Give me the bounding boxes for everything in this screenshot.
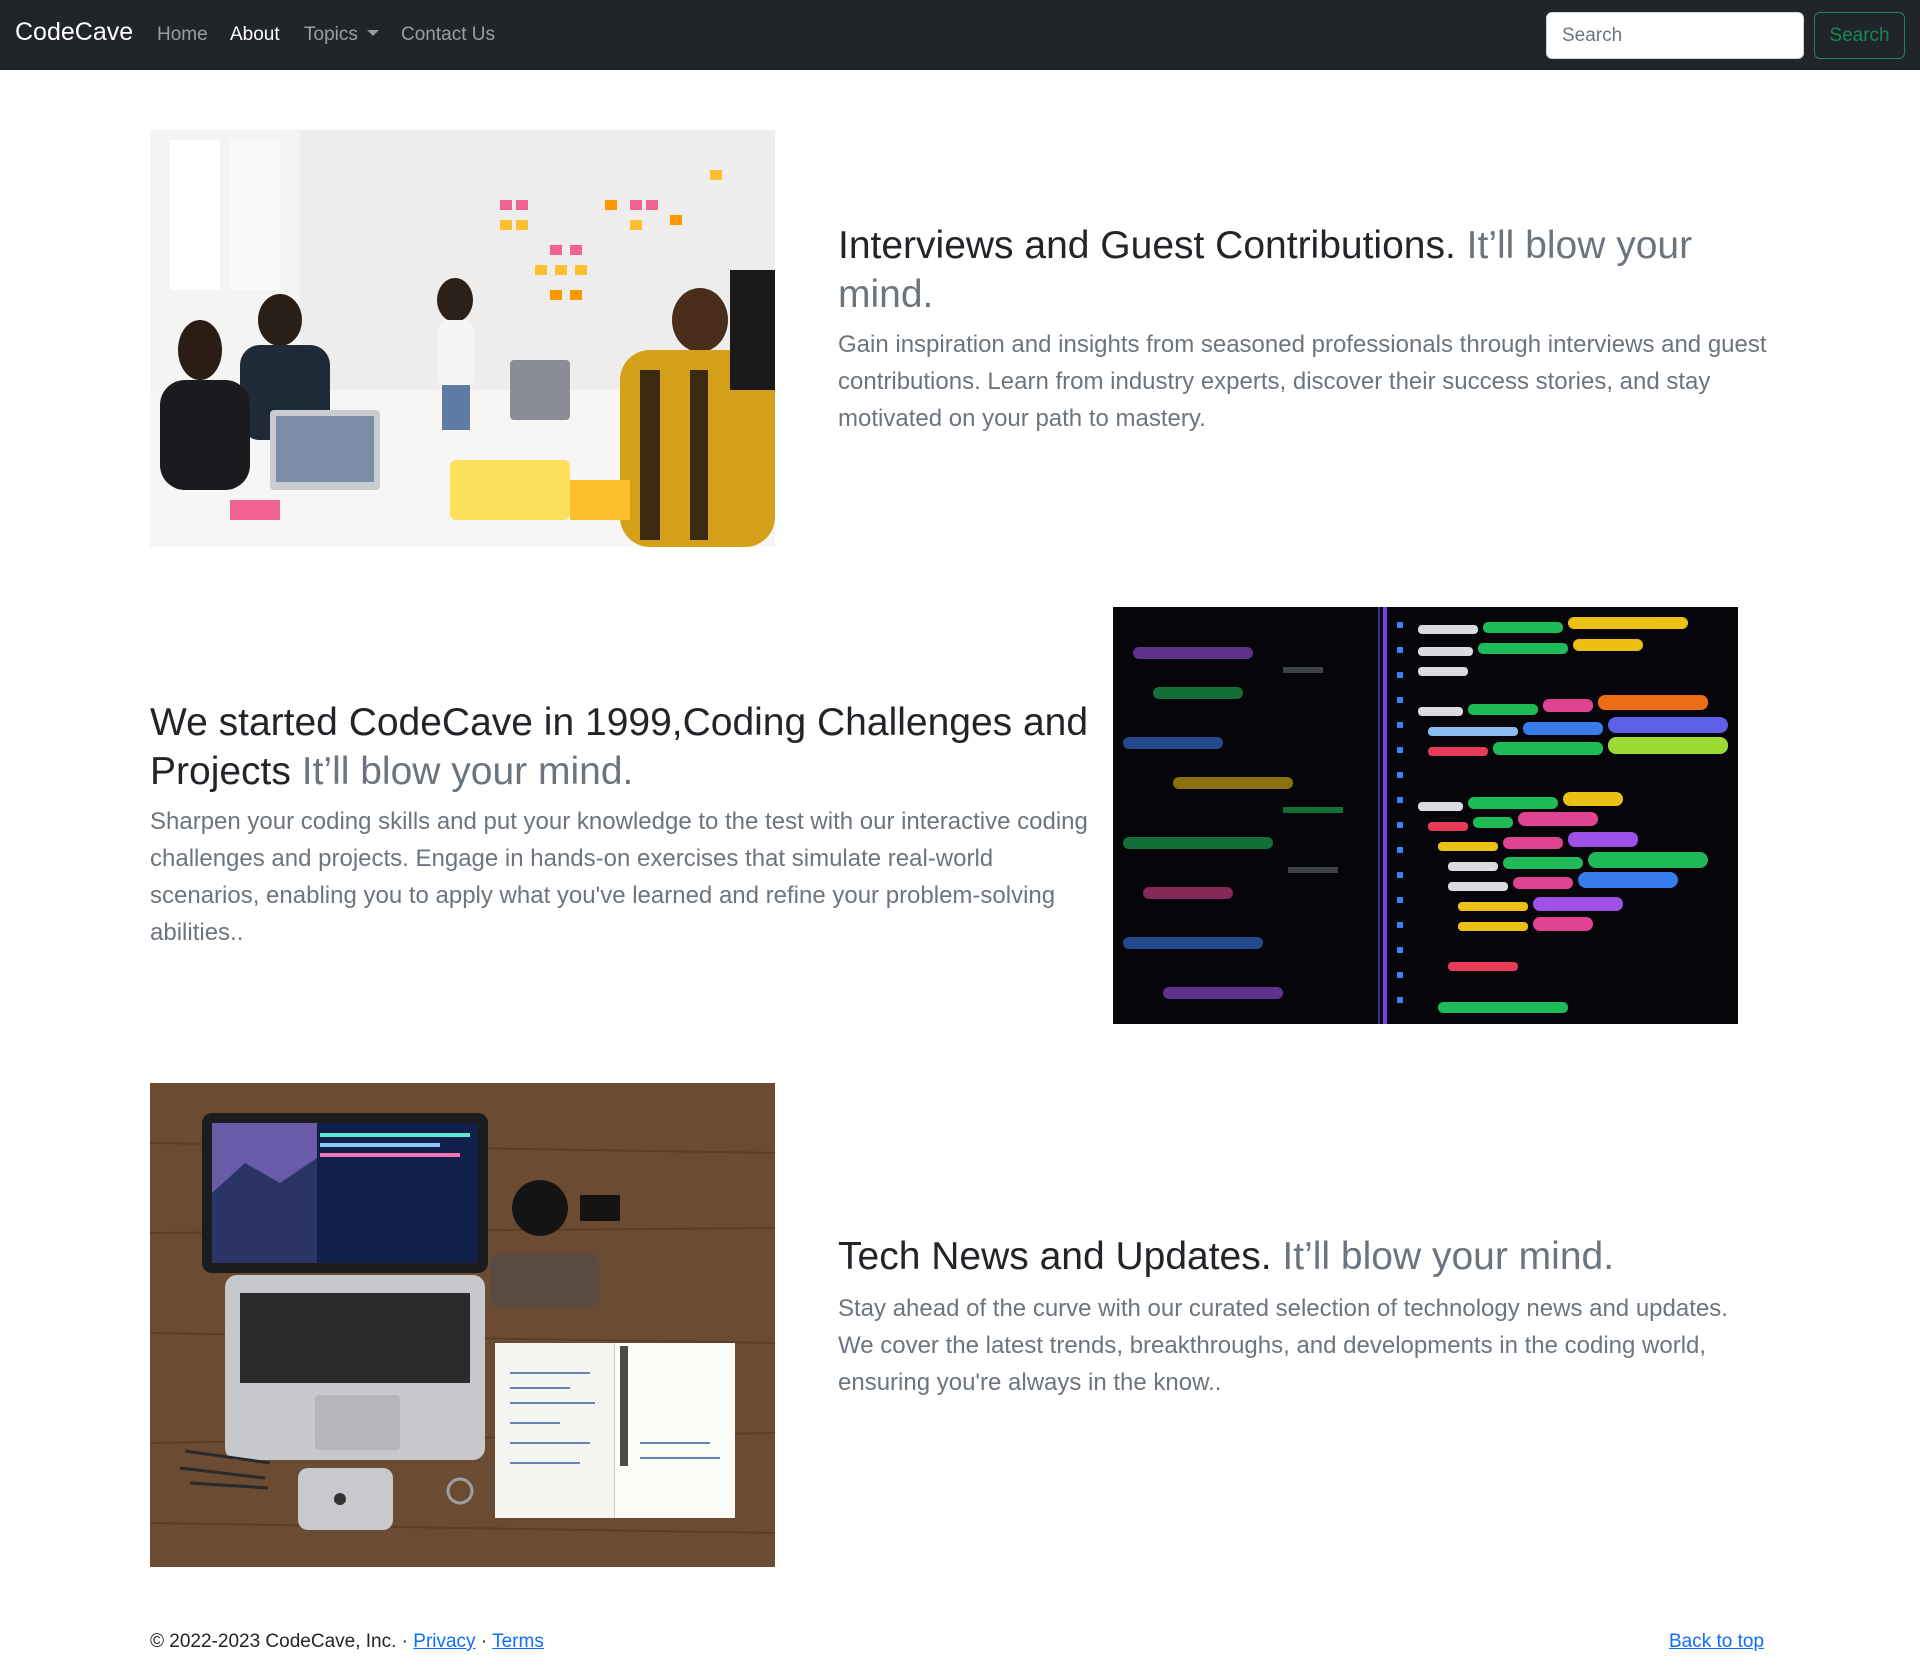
search-button[interactable]: Search [1814, 12, 1905, 59]
caret-down-icon [366, 30, 379, 36]
code-screen-photo [1113, 607, 1738, 1024]
nav-link-contact[interactable]: Contact Us [401, 24, 495, 46]
nav-dropdown-topics[interactable]: Topics [304, 24, 379, 46]
feature-heading-interviews: Interviews and Guest Contributions. It’l… [838, 221, 1768, 319]
footer-separator: · [480, 1631, 488, 1652]
feature-text-interviews: Gain inspiration and insights from seaso… [838, 331, 1767, 432]
feature-text-news: Stay ahead of the curve with our curated… [838, 1295, 1728, 1396]
nav-dropdown-topics-label: Topics [304, 24, 358, 45]
feature-heading-interviews-main: Interviews and Guest Contributions. [838, 224, 1456, 267]
search-input[interactable] [1546, 12, 1804, 59]
team-meeting-photo [150, 130, 775, 547]
feature-heading-news-muted: It’ll blow your mind. [1282, 1235, 1615, 1278]
feature-heading-challenges-muted: It’ll blow your mind. [301, 750, 634, 793]
laptop-desk-photo [150, 1083, 775, 1567]
copyright-text: © 2022-2023 CodeCave, Inc. · [150, 1631, 408, 1652]
back-to-top-link[interactable]: Back to top [1669, 1631, 1764, 1653]
brand-logo[interactable]: CodeCave [15, 18, 133, 47]
feature-heading-challenges: We started CodeCave in 1999,Coding Chall… [150, 698, 1090, 796]
nav-link-home[interactable]: Home [157, 24, 208, 46]
terms-link[interactable]: Terms [492, 1631, 544, 1652]
feature-text-challenges: Sharpen your coding skills and put your … [150, 808, 1088, 946]
nav-link-about[interactable]: About [230, 24, 280, 46]
privacy-link[interactable]: Privacy [413, 1631, 475, 1652]
footer-copyright: © 2022-2023 CodeCave, Inc. · Privacy · T… [150, 1631, 544, 1653]
navbar: CodeCave Home About Topics Contact Us Se… [0, 0, 1920, 70]
feature-heading-news: Tech News and Updates. It’ll blow your m… [838, 1232, 1768, 1281]
feature-heading-news-main: Tech News and Updates. [838, 1235, 1272, 1278]
